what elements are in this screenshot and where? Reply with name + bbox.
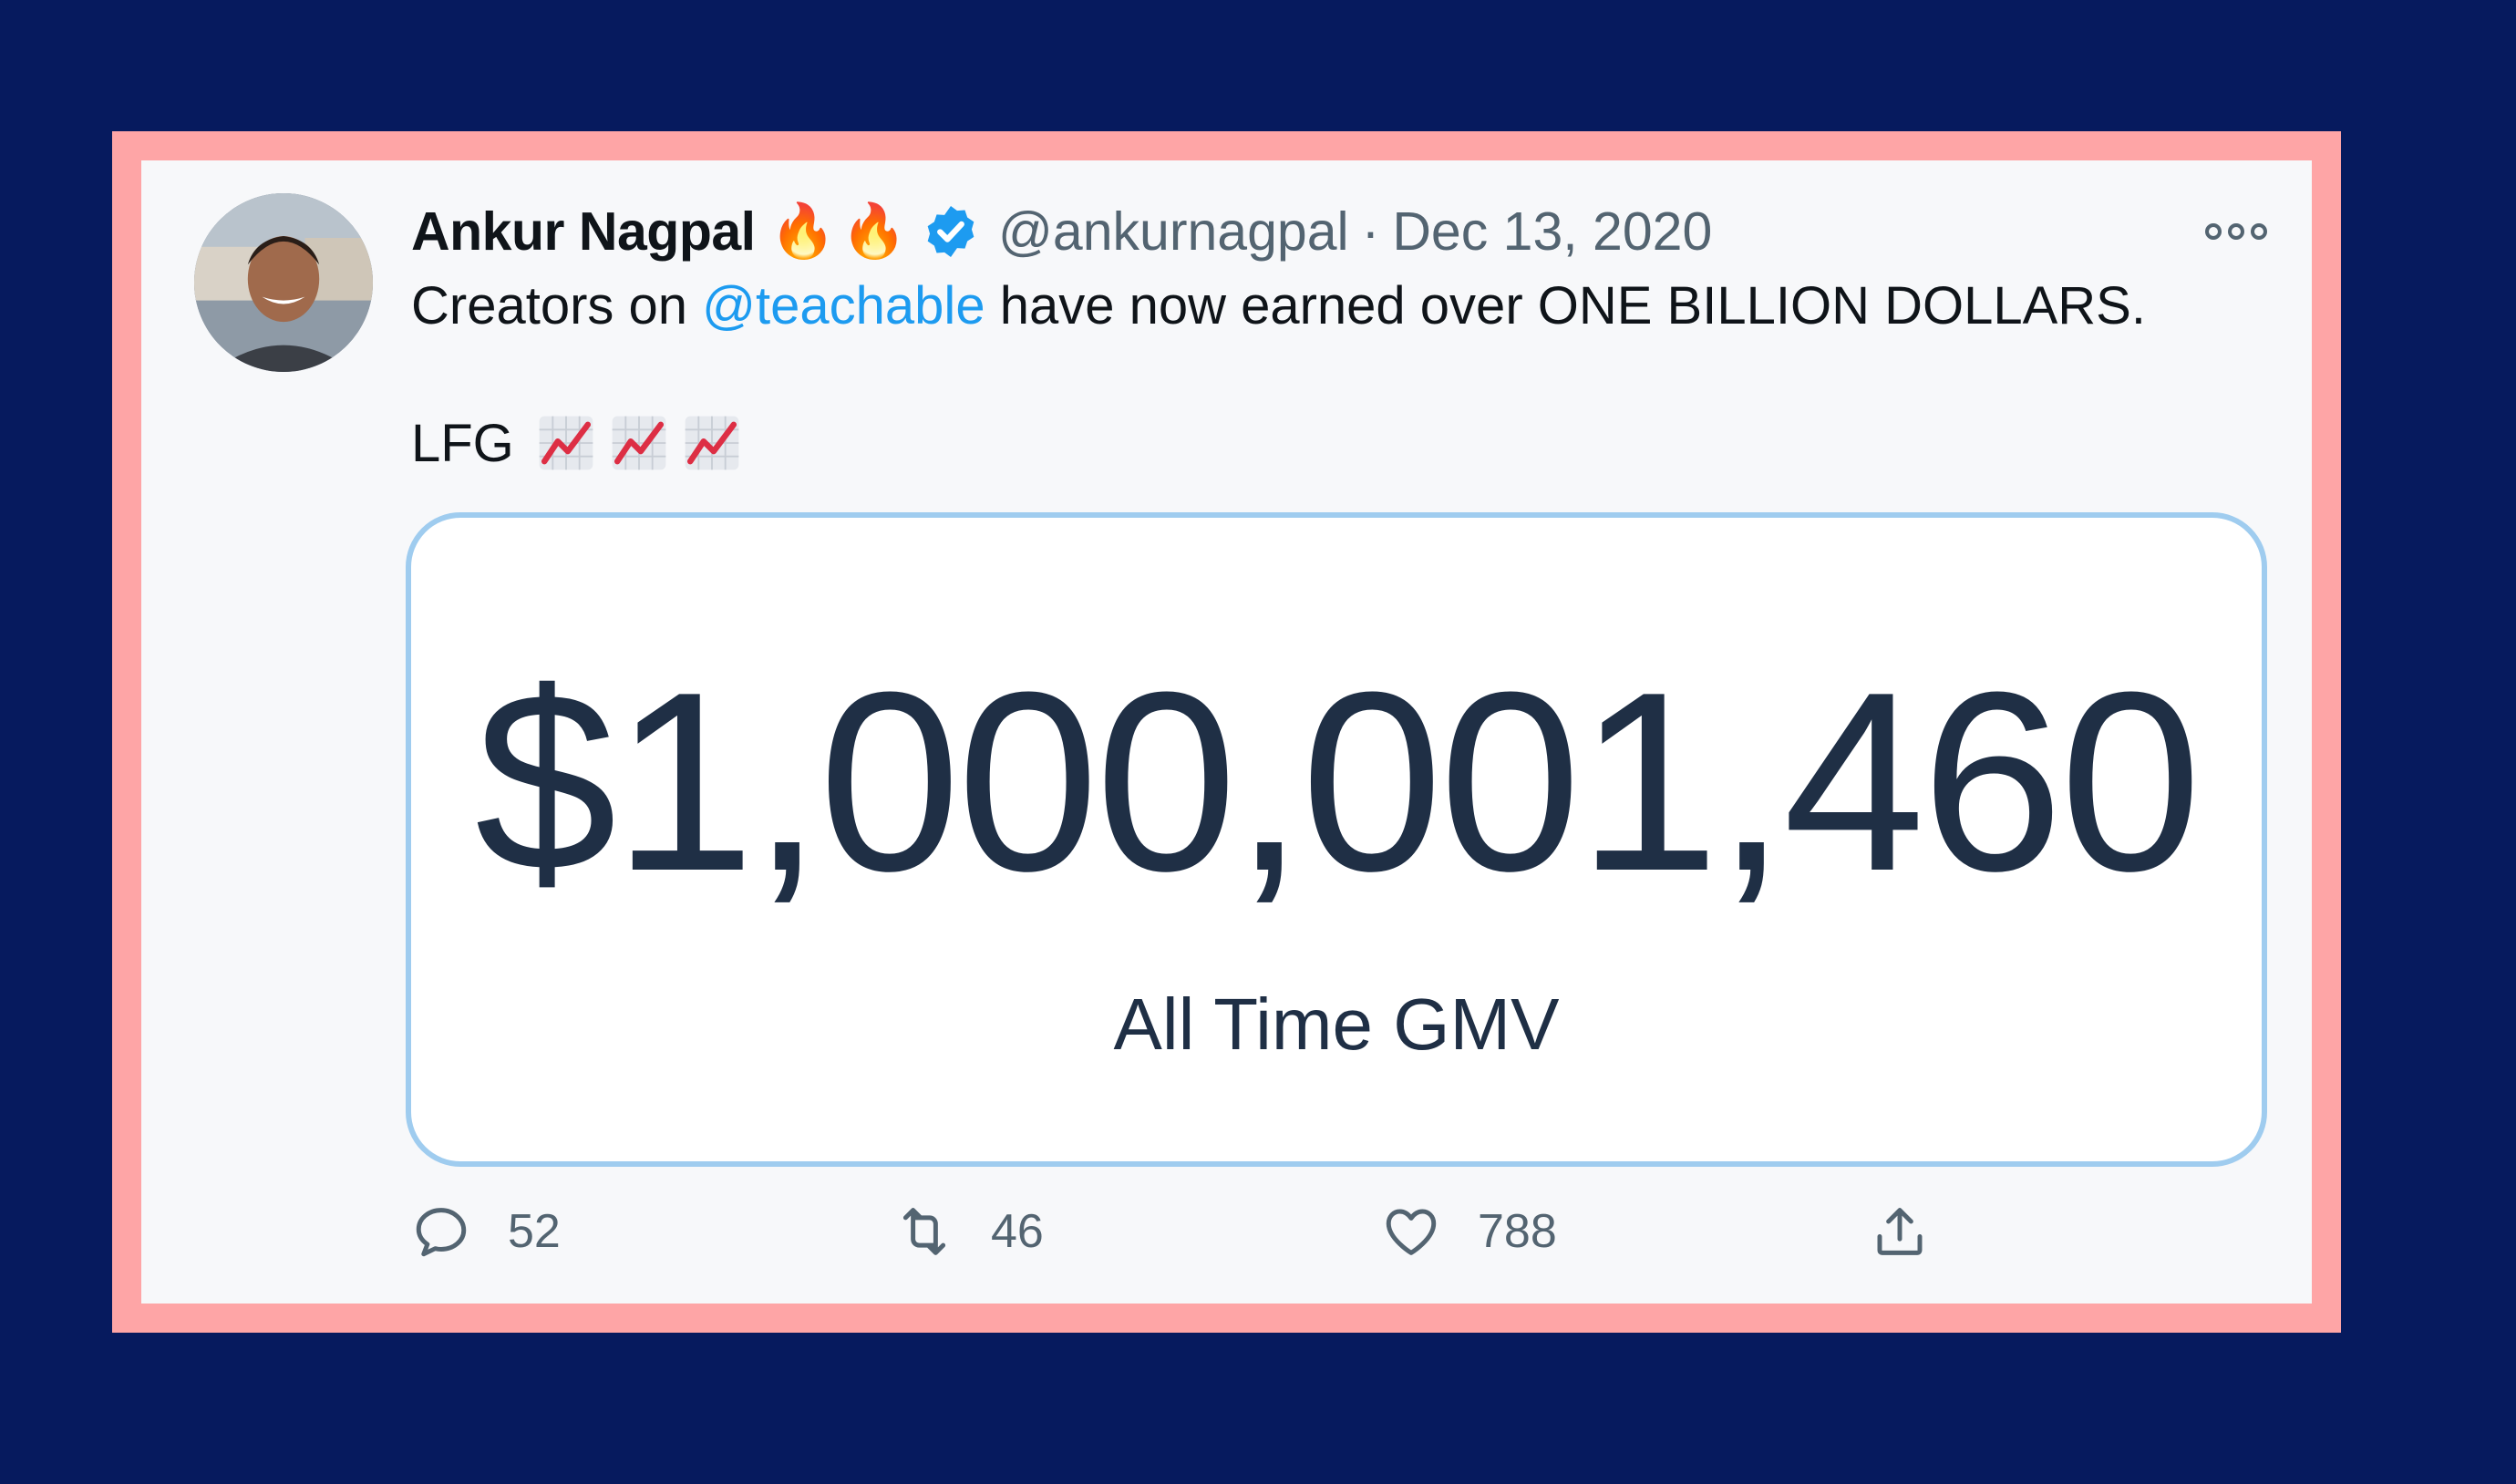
- tweet-header: Ankur Nagpal 🔥 🔥 @ankurnagpal · Dec 13, …: [411, 193, 1712, 270]
- chart-increasing-icon: [685, 416, 739, 470]
- author-name[interactable]: Ankur Nagpal: [411, 201, 756, 263]
- like-count: 788: [1478, 1205, 1557, 1258]
- reply-count: 52: [508, 1205, 561, 1258]
- header-separator: ·: [1361, 201, 1380, 262]
- tweet-media-card[interactable]: $1,000,001,460 All Time GMV: [406, 512, 2267, 1167]
- tweet-text-part: have now earned over ONE BILLION DOLLARS…: [985, 276, 2146, 335]
- more-options-icon[interactable]: [2204, 213, 2268, 250]
- tweet-text-lfg: LFG: [411, 413, 514, 473]
- chart-increasing-icon: [612, 416, 666, 470]
- avatar-photo: [194, 193, 373, 372]
- mention-link[interactable]: @teachable: [702, 276, 985, 335]
- like-button[interactable]: 788: [1381, 1190, 1557, 1273]
- highlight-frame: Ankur Nagpal 🔥 🔥 @ankurnagpal · Dec 13, …: [112, 131, 2341, 1333]
- tweet-text: Creators on @teachable have now earned o…: [411, 268, 2146, 345]
- gmv-amount: $1,000,001,460: [474, 640, 2202, 924]
- reply-button[interactable]: 52: [411, 1190, 561, 1273]
- retweet-icon: [902, 1208, 946, 1255]
- tweet-card[interactable]: Ankur Nagpal 🔥 🔥 @ankurnagpal · Dec 13, …: [141, 160, 2312, 1304]
- retweet-count: 46: [991, 1205, 1044, 1258]
- heart-icon: [1386, 1209, 1437, 1255]
- author-handle[interactable]: @ankurnagpal: [998, 201, 1349, 263]
- fire-emoji-icon: 🔥: [840, 201, 907, 261]
- tweet-date[interactable]: Dec 13, 2020: [1392, 201, 1712, 263]
- tweet-text-part: Creators on: [411, 276, 703, 335]
- avatar[interactable]: [194, 193, 373, 372]
- reply-icon: [416, 1208, 467, 1257]
- tweet-text-line2: LFG: [411, 405, 742, 481]
- share-icon: [1877, 1208, 1923, 1255]
- fire-emoji-icon: 🔥: [769, 201, 836, 261]
- tweet-actions: 52 46 788: [411, 1190, 2234, 1273]
- retweet-button[interactable]: 46: [894, 1190, 1044, 1273]
- share-button[interactable]: [1870, 1190, 1930, 1273]
- chart-increasing-icon: [539, 416, 593, 470]
- gmv-label: All Time GMV: [1113, 984, 1560, 1065]
- verified-badge-icon: [927, 206, 974, 257]
